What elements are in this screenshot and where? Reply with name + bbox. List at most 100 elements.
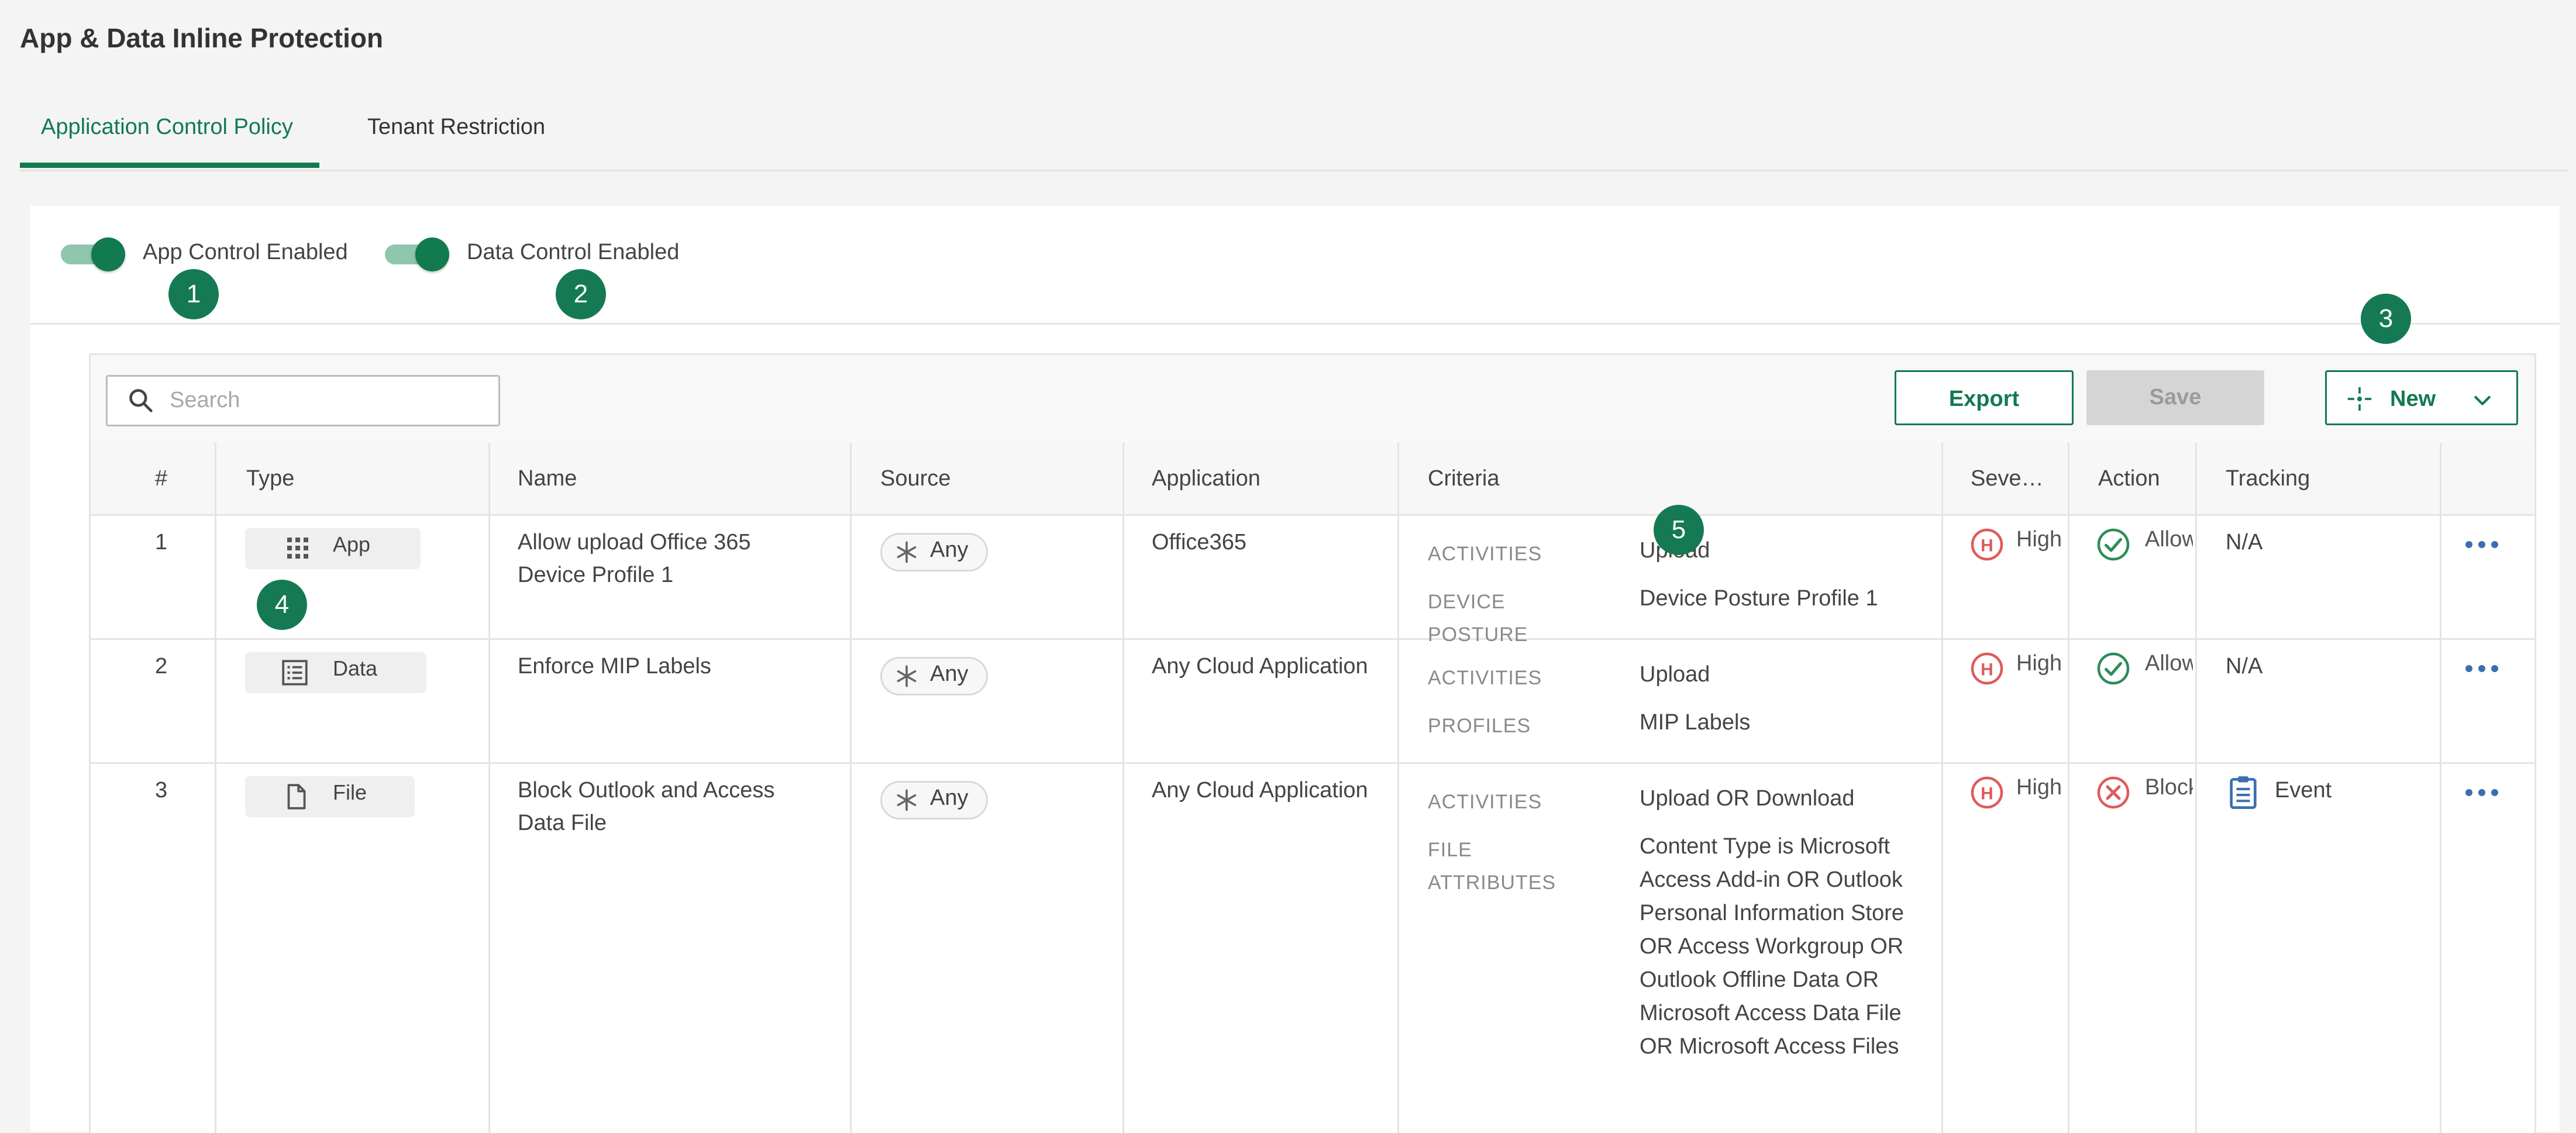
row-number: 1 [155, 530, 168, 555]
table-toolbar: Export Save New [91, 355, 2534, 445]
criteria-value: MIP Labels [1640, 710, 1751, 735]
criteria-value: Upload [1640, 662, 1710, 687]
toggle-knob [91, 237, 125, 271]
criteria-key: PROFILES [1428, 715, 1531, 737]
toggle-knob [415, 237, 449, 271]
policy-name: Block Outlook and Access Data File [518, 778, 775, 835]
tracking-label: Event [2275, 778, 2332, 803]
x-circle-icon [2097, 776, 2130, 809]
tab-application-control-policy[interactable]: Application Control Policy [41, 115, 293, 140]
criteria-value: Content Type is Microsoft Access Add-in … [1640, 834, 1905, 1059]
svg-text:H: H [1981, 784, 1993, 803]
application-name: Office365 [1152, 530, 1246, 555]
active-tab-indicator [20, 163, 319, 168]
criteria-key: ACTIVITIES [1428, 543, 1542, 565]
tab-bar: Application Control Policy Tenant Restri… [20, 99, 2568, 171]
type-label: File [333, 780, 367, 804]
column-header-severity: Seve… [1971, 466, 2044, 491]
file-icon [287, 784, 306, 810]
callout-marker-1: 1 [168, 269, 219, 319]
new-button[interactable]: New [2325, 370, 2518, 425]
asterisk-icon [897, 665, 917, 687]
search-input[interactable] [168, 385, 487, 415]
callout-marker-3: 3 [2361, 294, 2411, 344]
policy-name: Allow upload Office 365 Device Profile 1 [518, 530, 751, 587]
table-row[interactable]: 2 Data Enforce MIP Labels Any Any Cloud … [91, 638, 2534, 764]
source-label: Any [930, 662, 969, 686]
app-control-toggle[interactable] [58, 237, 128, 271]
source-badge: Any [880, 781, 988, 819]
row-number: 3 [155, 778, 168, 803]
policy-card: App Control Enabled Data Control Enabled… [30, 206, 2560, 1133]
criteria-value: Upload OR Download [1640, 786, 1855, 811]
severity-label: High [2016, 775, 2062, 800]
criteria-key: ACTIVITIES [1428, 667, 1542, 689]
action-label: Allow [2145, 527, 2193, 552]
asterisk-icon [897, 541, 917, 563]
column-header-source: Source [880, 466, 951, 491]
more-options-icon[interactable] [2463, 662, 2501, 676]
action-label: Allow [2145, 651, 2193, 676]
type-badge: App [245, 528, 421, 569]
action-label: Block [2145, 775, 2193, 800]
source-label: Any [930, 538, 969, 562]
new-button-label: New [2390, 387, 2436, 411]
application-name: Any Cloud Application [1152, 654, 1368, 679]
application-name: Any Cloud Application [1152, 778, 1368, 803]
severity-high-icon: H [1971, 776, 2003, 809]
severity-label: High [2016, 527, 2062, 552]
list-icon [282, 660, 308, 686]
severity-high-icon: H [1971, 652, 2003, 685]
svg-text:H: H [1981, 660, 1993, 679]
callout-marker-5: 5 [1654, 505, 1704, 555]
divider [30, 323, 2560, 325]
source-badge: Any [880, 533, 988, 571]
row-number: 2 [155, 654, 168, 679]
page-title: App & Data Inline Protection [20, 23, 384, 53]
data-control-label: Data Control Enabled [467, 240, 680, 264]
source-badge: Any [880, 657, 988, 695]
column-header-criteria: Criteria [1428, 466, 1500, 491]
tracking-label: N/A [2226, 530, 2263, 555]
tracking-label: N/A [2226, 654, 2263, 679]
type-badge: Data [245, 652, 426, 693]
type-badge: File [245, 776, 415, 817]
column-header-name: Name [518, 466, 577, 491]
table-row[interactable]: 3 File Block Outlook and Access Data Fil… [91, 762, 2534, 1133]
callout-marker-4: 4 [257, 580, 307, 630]
chevron-down-icon [2474, 395, 2491, 405]
grid-icon [287, 538, 308, 559]
new-sparkle-icon [2347, 387, 2372, 411]
criteria-key: ACTIVITIES [1428, 791, 1542, 813]
column-header-application: Application [1152, 466, 1261, 491]
policy-table: Export Save New # [89, 353, 2536, 1133]
column-header-action: Action [2098, 466, 2160, 491]
app-page: App & Data Inline Protection Application… [0, 0, 2576, 1133]
severity-label: High [2016, 651, 2062, 676]
column-header-tracking: Tracking [2226, 466, 2310, 491]
check-circle-icon [2097, 528, 2130, 561]
search-icon [129, 389, 153, 412]
more-options-icon[interactable] [2463, 538, 2501, 552]
policy-name: Enforce MIP Labels [518, 654, 711, 679]
save-button[interactable]: Save [2086, 370, 2264, 425]
source-label: Any [930, 786, 969, 810]
type-label: Data [333, 656, 378, 680]
column-header-number: # [155, 466, 168, 491]
asterisk-icon [897, 789, 917, 811]
search-box [106, 375, 500, 426]
table-header: # Type Name Source Application Criteria … [91, 443, 2534, 516]
svg-text:H: H [1981, 536, 1993, 555]
check-circle-icon [2097, 652, 2130, 685]
tab-tenant-restriction[interactable]: Tenant Restriction [367, 115, 545, 140]
data-control-toggle[interactable] [383, 237, 452, 271]
app-control-label: App Control Enabled [143, 240, 348, 264]
criteria-value: Device Posture Profile 1 [1640, 586, 1878, 611]
export-button[interactable]: Export [1895, 370, 2074, 425]
clipboard-icon [2230, 776, 2257, 810]
severity-high-icon: H [1971, 528, 2003, 561]
more-options-icon[interactable] [2463, 786, 2501, 800]
table-row[interactable]: 1 App 4 Allow upload Office 365 Device P… [91, 505, 2534, 646]
type-label: App [333, 532, 371, 556]
column-header-type: Type [246, 466, 295, 491]
